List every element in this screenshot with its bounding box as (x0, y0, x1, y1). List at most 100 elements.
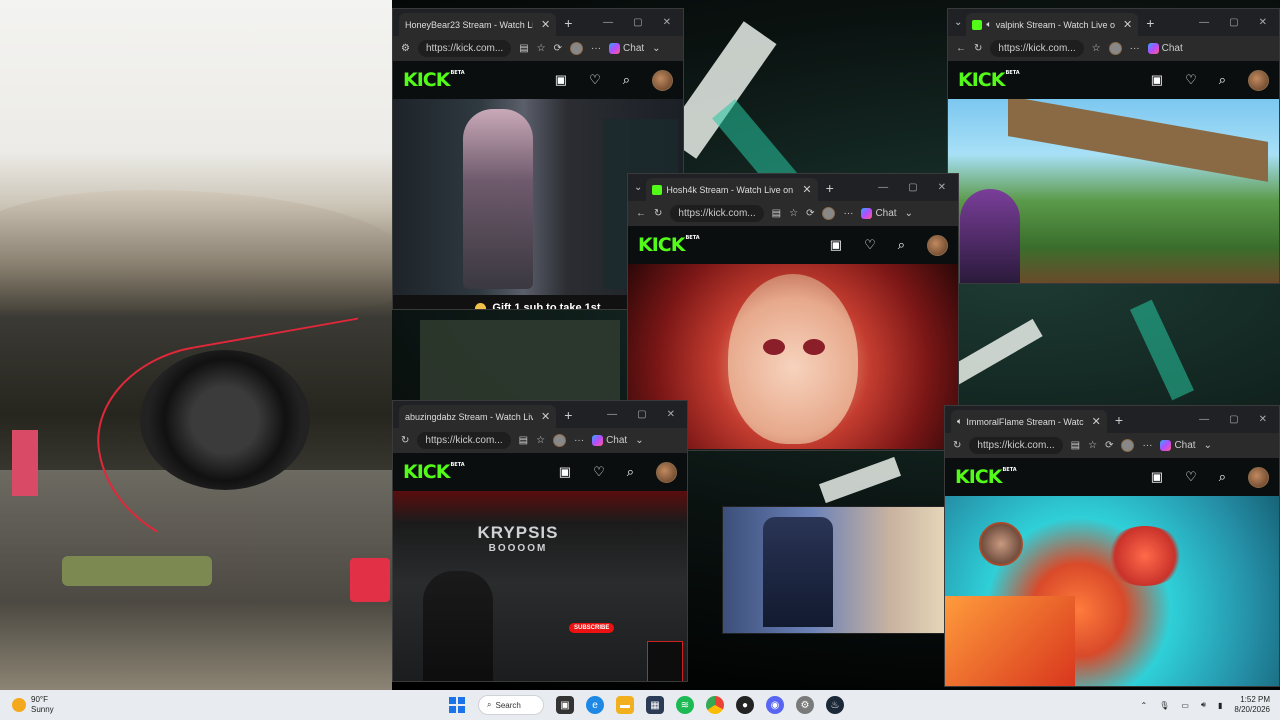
close-window-icon[interactable]: ✕ (667, 409, 675, 420)
reader-icon[interactable]: ▤ (519, 43, 528, 54)
more-icon[interactable]: ··· (843, 208, 853, 219)
url-field[interactable]: https://kick.com... (417, 432, 511, 449)
kick-logo[interactable]: KICKBETA (958, 69, 1020, 91)
reader-icon[interactable]: ▤ (519, 435, 528, 446)
store-icon[interactable]: ▦ (646, 696, 664, 714)
refresh-icon[interactable]: ↻ (401, 435, 409, 446)
chevron-down-icon[interactable]: ⌄ (652, 43, 660, 54)
spotify-icon[interactable]: ≋ (676, 696, 694, 714)
browse-icon[interactable]: ▣ (1151, 72, 1163, 88)
tab-actions-icon[interactable]: ⌄ (634, 182, 642, 193)
obs-icon[interactable]: ● (736, 696, 754, 714)
profile-icon[interactable] (553, 434, 567, 447)
copilot-chat-button[interactable]: Chat (592, 435, 627, 446)
kick-logo[interactable]: KICKBETA (403, 69, 465, 91)
favorite-star-icon[interactable]: ☆ (537, 43, 546, 54)
heart-icon[interactable]: ♡ (1185, 469, 1197, 485)
task-view-icon[interactable]: ▣ (556, 696, 574, 714)
profile-icon[interactable] (1108, 42, 1122, 55)
new-tab-icon[interactable]: + (564, 407, 572, 423)
close-tab-icon[interactable]: ✕ (1092, 415, 1101, 428)
more-icon[interactable]: ··· (591, 43, 601, 54)
tab-honeybear[interactable]: HoneyBear23 Stream - Watch Live ✕ (399, 13, 557, 36)
profile-icon[interactable] (570, 42, 584, 55)
back-icon[interactable]: ← (636, 208, 646, 219)
new-tab-icon[interactable]: + (826, 180, 834, 196)
kick-logo[interactable]: KICKBETA (955, 466, 1017, 488)
minimize-icon[interactable]: — (1199, 17, 1209, 28)
chevron-up-icon[interactable]: ⌃ (1141, 701, 1148, 710)
maximize-icon[interactable]: ▢ (1229, 414, 1238, 425)
url-field[interactable]: https://kick.com... (417, 40, 512, 57)
refresh-icon[interactable]: ↻ (953, 440, 961, 451)
site-info-icon[interactable]: ⚙ (401, 43, 410, 54)
stream-video[interactable] (945, 496, 1279, 686)
new-tab-icon[interactable]: + (1146, 15, 1154, 31)
maximize-icon[interactable]: ▢ (633, 17, 642, 28)
tab-hosh4k[interactable]: Hosh4k Stream - Watch Live on K ✕ (646, 178, 818, 201)
search-icon[interactable]: ⌕ (623, 72, 630, 88)
user-avatar[interactable] (652, 69, 673, 91)
windows-start-icon[interactable] (448, 696, 466, 714)
microphone-icon[interactable]: 🎙︎ (1159, 701, 1169, 710)
extensions-icon[interactable]: ⟳ (1105, 440, 1113, 451)
more-icon[interactable]: ··· (574, 435, 584, 446)
chrome-icon[interactable] (706, 696, 724, 714)
browse-icon[interactable]: ▣ (830, 237, 842, 253)
copilot-chat-button[interactable]: Chat (609, 43, 644, 54)
user-avatar[interactable] (1248, 69, 1269, 91)
user-avatar[interactable] (927, 234, 948, 256)
close-window-icon[interactable]: ✕ (663, 17, 671, 28)
browser-window-valpink[interactable]: ⌄ 🔈︎ valpink Stream - Watch Live o ✕ + —… (947, 8, 1280, 284)
profile-icon[interactable] (1121, 439, 1135, 452)
volume-icon[interactable]: 🔊︎ (1201, 700, 1206, 710)
browse-icon[interactable]: ▣ (555, 72, 567, 88)
search-icon[interactable]: ⌕ (898, 237, 905, 253)
clock[interactable]: 1:52 PM 8/20/2026 (1234, 695, 1270, 715)
more-icon[interactable]: ··· (1130, 43, 1140, 54)
stream-video[interactable] (948, 99, 1279, 283)
tab-valpink[interactable]: 🔈︎ valpink Stream - Watch Live o ✕ (966, 13, 1139, 36)
extensions-icon[interactable]: ⟳ (554, 43, 562, 54)
steam-icon[interactable]: ♨ (826, 696, 844, 714)
more-icon[interactable]: ··· (1142, 440, 1152, 451)
mute-icon[interactable]: 🔈︎ (957, 416, 962, 427)
new-tab-icon[interactable]: + (1115, 412, 1123, 428)
new-tab-icon[interactable]: + (564, 15, 572, 31)
edge-icon[interactable]: e (586, 696, 604, 714)
url-field[interactable]: https://kick.com... (969, 437, 1063, 454)
close-tab-icon[interactable]: ✕ (1123, 18, 1132, 31)
copilot-chat-button[interactable]: Chat (861, 208, 897, 219)
favorite-star-icon[interactable]: ☆ (789, 208, 798, 219)
search-icon[interactable]: ⌕ (627, 464, 634, 480)
heart-icon[interactable]: ♡ (593, 464, 605, 480)
chevron-down-icon[interactable]: ⌄ (635, 435, 643, 446)
copilot-chat-button[interactable]: Chat (1147, 43, 1183, 54)
maximize-icon[interactable]: ▢ (1229, 17, 1238, 28)
mute-icon[interactable]: 🔈︎ (986, 19, 991, 30)
reader-icon[interactable]: ▤ (1071, 440, 1080, 451)
favorite-star-icon[interactable]: ☆ (1092, 43, 1101, 54)
browser-window-abuzingdabz[interactable]: abuzingdabz Stream - Watch Live ✕ + — ▢ ✕ … (392, 400, 688, 682)
heart-icon[interactable]: ♡ (589, 72, 601, 88)
maximize-icon[interactable]: ▢ (637, 409, 646, 420)
heart-icon[interactable]: ♡ (1185, 72, 1197, 88)
tab-actions-icon[interactable]: ⌄ (954, 17, 962, 28)
favorite-star-icon[interactable]: ☆ (1088, 440, 1097, 451)
discord-icon[interactable]: ◉ (766, 696, 784, 714)
refresh-icon[interactable]: ↻ (654, 208, 662, 219)
close-window-icon[interactable]: ✕ (1259, 17, 1267, 28)
kick-logo[interactable]: KICKBETA (638, 234, 700, 256)
url-field[interactable]: https://kick.com... (670, 205, 764, 222)
refresh-icon[interactable]: ↻ (974, 43, 982, 54)
profile-icon[interactable] (822, 207, 836, 220)
browser-window-immoralflame[interactable]: 🔈︎ ImmoralFlame Stream - Watc ✕ + — ▢ ✕ ↻ … (944, 405, 1280, 687)
browse-icon[interactable]: ▣ (1151, 469, 1163, 485)
minimize-icon[interactable]: — (603, 17, 613, 28)
close-window-icon[interactable]: ✕ (1259, 414, 1267, 425)
back-icon[interactable]: ← (956, 43, 966, 54)
file-explorer-icon[interactable]: ▬ (616, 696, 634, 714)
battery-icon[interactable]: ▮ (1218, 701, 1222, 710)
settings-icon[interactable]: ⚙ (796, 696, 814, 714)
chevron-down-icon[interactable]: ⌄ (1204, 440, 1212, 451)
